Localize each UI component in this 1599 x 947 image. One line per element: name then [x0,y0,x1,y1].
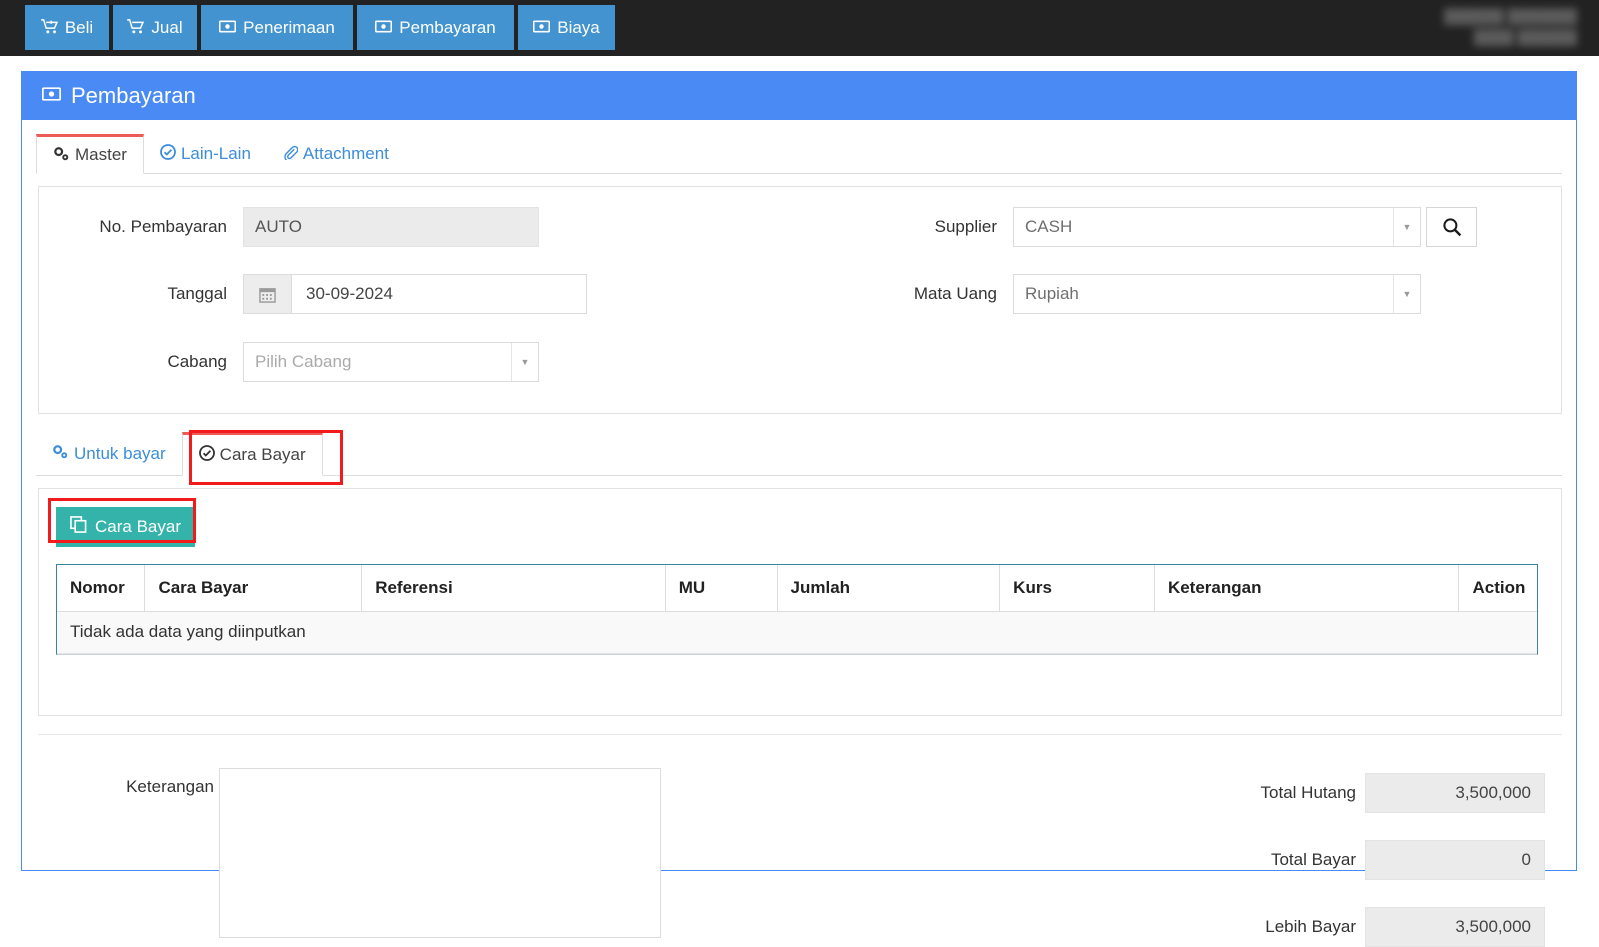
shopping-cart-icon [127,18,145,37]
gears-icon [52,444,69,464]
nav-button-beli[interactable]: Beli [25,5,109,50]
total-hutang-row: Total Hutang 3,500,000 [38,773,1560,813]
field-no-pembayaran-label: No. Pembayaran [99,217,227,236]
user-account-info[interactable]: ██████ ███████ ████ ██████ [1337,6,1577,50]
column-header-jumlah: Jumlah [777,565,1001,612]
column-header-cara-bayar: Cara Bayar [144,565,363,612]
tab-cara-bayar[interactable]: Cara Bayar [181,432,323,476]
total-bayar-row: Total Bayar 0 [38,840,1560,880]
total-bayar-value: 0 [1365,840,1545,880]
field-cabang: Cabang Pilih Cabang ▼ [39,342,799,382]
money-bill-icon [375,20,393,36]
gears-icon [53,146,70,165]
nav-button-jual[interactable]: Jual [113,5,197,50]
tanggal-input[interactable]: 30-09-2024 [291,274,587,314]
chevron-down-icon: ▼ [1393,275,1420,313]
nav-button-beli-label: Beli [64,17,94,37]
add-cara-bayar-label: Cara Bayar [95,517,181,536]
cara-bayar-table: Nomor Cara Bayar Referensi MU Jumlah Kur… [56,564,1538,655]
field-cabang-label: Cabang [167,352,227,371]
field-no-pembayaran: No. Pembayaran AUTO [39,207,799,247]
paperclip-icon [283,145,299,164]
chevron-down-icon: ▼ [1393,208,1420,246]
nav-button-pembayaran-label: Pembayaran [399,17,496,37]
search-icon [1442,217,1462,237]
user-account-email: ████ ██████ [1473,29,1577,45]
shopping-cart-plus-icon [40,18,58,37]
money-bill-icon [533,20,551,36]
field-tanggal-label: Tanggal [167,284,227,303]
total-hutang-label: Total Hutang [1260,783,1356,802]
tab-untuk-bayar[interactable]: Untuk bayar [36,432,182,476]
table-empty-row: Tidak ada data yang diinputkan [57,611,1537,654]
tab-lain-lain-label: Lain-Lain [180,144,251,163]
sub-tab-bar: Untuk bayar Cara Bayar [36,432,1562,476]
check-circle-icon [160,144,176,164]
column-header-mu: MU [665,565,778,612]
cara-bayar-grid-card: Cara Bayar Nomor Cara Bayar Referensi MU… [38,488,1562,716]
column-header-referensi: Referensi [361,565,666,612]
add-cara-bayar-button[interactable]: Cara Bayar [56,507,195,547]
total-hutang-value: 3,500,000 [1365,773,1545,813]
tab-untuk-bayar-label: Untuk bayar [74,444,166,463]
panel-header: Pembayaran [22,72,1576,120]
nav-button-jual-label: Jual [151,17,183,37]
field-supplier-label: Supplier [934,217,997,236]
tab-attachment[interactable]: Attachment [267,134,405,174]
table-empty-message: Tidak ada data yang diinputkan [57,611,1537,654]
bottom-section: Keterangan Total Hutang 3,500,000 Total … [38,734,1562,947]
calendar-icon[interactable] [243,274,291,314]
column-header-nomor: Nomor [57,565,146,612]
field-supplier: Supplier CASH ▼ [799,207,1563,247]
lebih-bayar-row: Lebih Bayar 3,500,000 [38,907,1560,947]
field-mata-uang: Mata Uang Rupiah ▼ [799,274,1563,314]
chevron-down-icon: ▼ [511,343,538,381]
tab-attachment-label: Attachment [302,144,389,163]
tab-master[interactable]: Master [36,134,144,174]
no-pembayaran-input: AUTO [243,207,539,247]
money-bill-icon [219,20,237,36]
main-tab-bar: Master Lain-Lain Attachment [36,134,1562,174]
tab-lain-lain[interactable]: Lain-Lain [144,134,267,174]
supplier-search-button[interactable] [1426,207,1477,247]
mata-uang-select-value: Rupiah [1025,284,1079,303]
tab-cara-bayar-label: Cara Bayar [219,445,306,464]
field-mata-uang-label: Mata Uang [913,284,997,303]
field-tanggal: Tanggal 30-09-2024 [39,274,799,314]
pembayaran-panel: Pembayaran Master Lain-Lain Attachment N… [21,71,1577,947]
nav-button-penerimaan[interactable]: Penerimaan [201,5,353,50]
nav-button-pembayaran[interactable]: Pembayaran [357,5,514,50]
cabang-select[interactable]: Pilih Cabang ▼ [243,342,539,382]
supplier-select[interactable]: CASH ▼ [1013,207,1421,247]
tab-master-label: Master [75,145,127,164]
lebih-bayar-value: 3,500,000 [1365,907,1545,947]
master-form-card: No. Pembayaran AUTO Tanggal 30-09-2024 C… [38,186,1562,414]
column-header-action: Action [1458,565,1537,612]
column-header-keterangan: Keterangan [1154,565,1460,612]
page-title: Pembayaran [71,83,196,108]
user-account-name: ██████ ███████ [1444,8,1577,24]
nav-button-biaya-label: Biaya [557,17,600,37]
cabang-select-value: Pilih Cabang [255,352,352,371]
check-circle-icon [198,444,215,466]
total-bayar-label: Total Bayar [1270,850,1356,869]
table-header-row: Nomor Cara Bayar Referensi MU Jumlah Kur… [57,565,1537,612]
mata-uang-select[interactable]: Rupiah ▼ [1013,274,1421,314]
copy-icon [70,516,87,538]
nav-button-penerimaan-label: Penerimaan [243,17,335,37]
top-navigation-bar: Beli Jual Penerimaan Pembayaran Biaya ██… [0,0,1599,56]
lebih-bayar-label: Lebih Bayar [1265,917,1356,936]
supplier-select-value: CASH [1025,217,1073,236]
nav-button-biaya[interactable]: Biaya [518,5,615,50]
column-header-kurs: Kurs [999,565,1155,612]
money-bill-icon [41,86,62,106]
